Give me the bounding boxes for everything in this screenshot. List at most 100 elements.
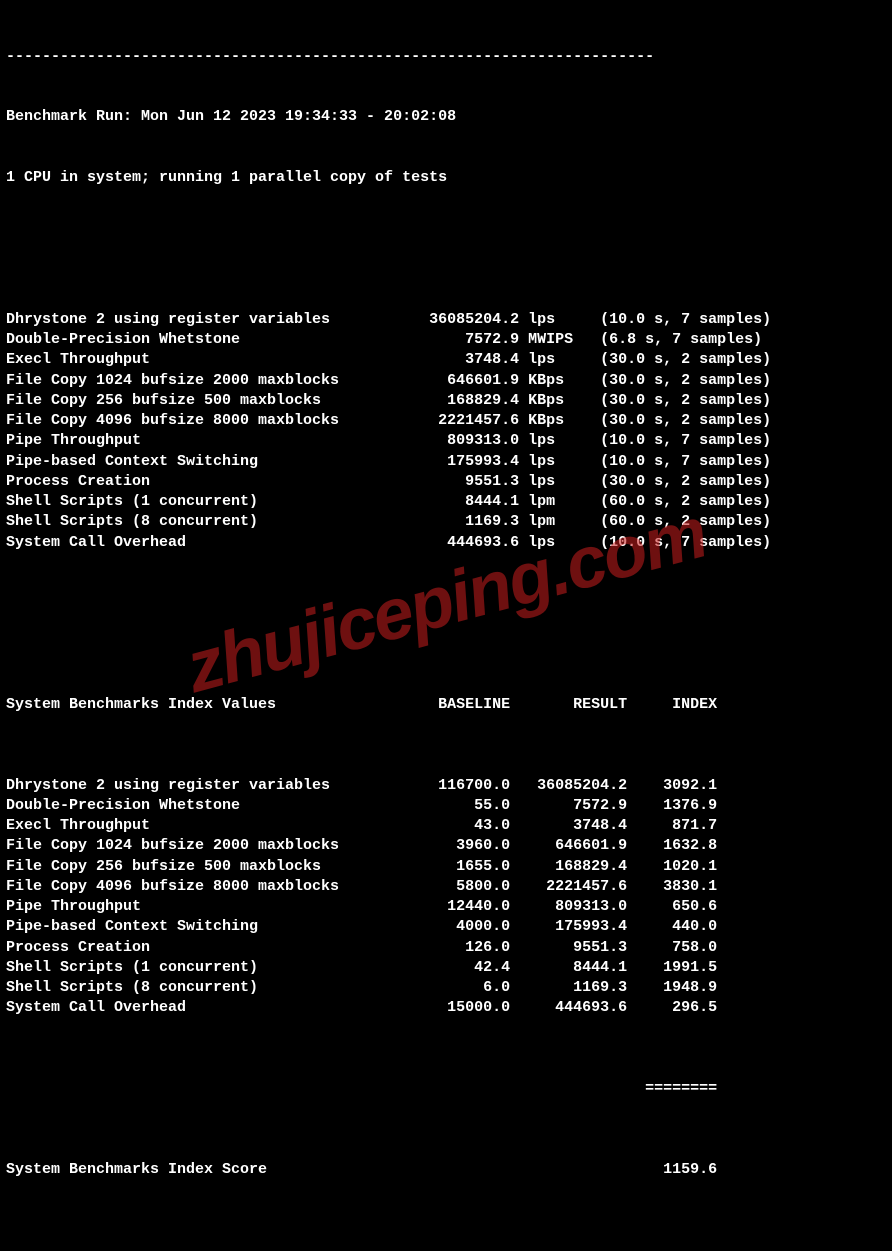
score-value: 1159.6: [627, 1160, 717, 1180]
index-baseline: 1655.0: [411, 857, 510, 877]
index-result: 9551.3: [510, 938, 627, 958]
index-index: 296.5: [627, 998, 717, 1018]
index-result: 444693.6: [510, 998, 627, 1018]
result-unit: lpm: [519, 512, 582, 532]
index-row: File Copy 1024 bufsize 2000 maxblocks396…: [6, 836, 886, 856]
result-value: 8444.1: [411, 492, 519, 512]
result-unit: lps: [519, 472, 582, 492]
result-unit: KBps: [519, 411, 582, 431]
result-name: Pipe-based Context Switching: [6, 452, 411, 472]
index-index: 758.0: [627, 938, 717, 958]
index-name: Pipe Throughput: [6, 897, 411, 917]
result-name: Pipe Throughput: [6, 431, 411, 451]
index-result: 36085204.2: [510, 776, 627, 796]
result-unit: KBps: [519, 391, 582, 411]
index-baseline: 43.0: [411, 816, 510, 836]
index-row: File Copy 4096 bufsize 8000 maxblocks580…: [6, 877, 886, 897]
result-value: 646601.9: [411, 371, 519, 391]
index-baseline: 116700.0: [411, 776, 510, 796]
result-unit: KBps: [519, 371, 582, 391]
blank-line: [6, 229, 886, 249]
index-row: Shell Scripts (1 concurrent)42.48444.119…: [6, 958, 886, 978]
index-row: Pipe-based Context Switching4000.0175993…: [6, 917, 886, 937]
index-row: Pipe Throughput12440.0809313.0650.6: [6, 897, 886, 917]
result-value: 3748.4: [411, 350, 519, 370]
index-row: Execl Throughput43.03748.4871.7: [6, 816, 886, 836]
result-row: Pipe-based Context Switching175993.4lps(…: [6, 452, 886, 472]
index-row: System Call Overhead15000.0444693.6296.5: [6, 998, 886, 1018]
index-result: 1169.3: [510, 978, 627, 998]
result-meta: (30.0 s, 2 samples): [582, 350, 771, 370]
index-result: 7572.9: [510, 796, 627, 816]
cpu-line: 1 CPU in system; running 1 parallel copy…: [6, 168, 886, 188]
index-index: 1948.9: [627, 978, 717, 998]
result-unit: lpm: [519, 492, 582, 512]
result-row: File Copy 1024 bufsize 2000 maxblocks646…: [6, 371, 886, 391]
result-name: File Copy 1024 bufsize 2000 maxblocks: [6, 371, 411, 391]
result-row: Execl Throughput3748.4lps(30.0 s, 2 samp…: [6, 350, 886, 370]
index-baseline: 12440.0: [411, 897, 510, 917]
result-name: File Copy 256 bufsize 500 maxblocks: [6, 391, 411, 411]
index-name: Execl Throughput: [6, 816, 411, 836]
result-name: File Copy 4096 bufsize 8000 maxblocks: [6, 411, 411, 431]
result-meta: (60.0 s, 2 samples): [582, 492, 771, 512]
index-header-result: RESULT: [510, 695, 627, 715]
result-name: Shell Scripts (8 concurrent): [6, 512, 411, 532]
index-name: Pipe-based Context Switching: [6, 917, 411, 937]
result-row: File Copy 4096 bufsize 8000 maxblocks222…: [6, 411, 886, 431]
index-name: Process Creation: [6, 938, 411, 958]
blank-line: [6, 614, 886, 634]
result-row: Pipe Throughput809313.0lps(10.0 s, 7 sam…: [6, 431, 886, 451]
result-unit: lps: [519, 310, 582, 330]
index-result: 168829.4: [510, 857, 627, 877]
index-header-title: System Benchmarks Index Values: [6, 695, 411, 715]
result-row: Process Creation9551.3lps(30.0 s, 2 samp…: [6, 472, 886, 492]
result-value: 7572.9: [411, 330, 519, 350]
score-separator: ========: [627, 1079, 717, 1099]
result-row: Double-Precision Whetstone7572.9MWIPS(6.…: [6, 330, 886, 350]
index-index: 650.6: [627, 897, 717, 917]
index-baseline: 55.0: [411, 796, 510, 816]
index-result: 175993.4: [510, 917, 627, 937]
index-index: 1020.1: [627, 857, 717, 877]
result-name: System Call Overhead: [6, 533, 411, 553]
result-value: 168829.4: [411, 391, 519, 411]
result-unit: lps: [519, 431, 582, 451]
result-value: 809313.0: [411, 431, 519, 451]
index-index: 3830.1: [627, 877, 717, 897]
result-meta: (10.0 s, 7 samples): [582, 533, 771, 553]
index-row: Double-Precision Whetstone55.07572.91376…: [6, 796, 886, 816]
result-value: 36085204.2: [411, 310, 519, 330]
benchmark-run-line: Benchmark Run: Mon Jun 12 2023 19:34:33 …: [6, 107, 886, 127]
result-unit: lps: [519, 350, 582, 370]
index-row: File Copy 256 bufsize 500 maxblocks1655.…: [6, 857, 886, 877]
index-index: 3092.1: [627, 776, 717, 796]
header-dashes: ----------------------------------------…: [6, 47, 886, 67]
index-block: Dhrystone 2 using register variables1167…: [6, 776, 886, 1019]
result-name: Dhrystone 2 using register variables: [6, 310, 411, 330]
index-index: 871.7: [627, 816, 717, 836]
index-row: Shell Scripts (8 concurrent)6.01169.3194…: [6, 978, 886, 998]
index-name: File Copy 4096 bufsize 8000 maxblocks: [6, 877, 411, 897]
result-name: Execl Throughput: [6, 350, 411, 370]
result-name: Shell Scripts (1 concurrent): [6, 492, 411, 512]
index-name: Dhrystone 2 using register variables: [6, 776, 411, 796]
index-name: File Copy 1024 bufsize 2000 maxblocks: [6, 836, 411, 856]
result-name: Double-Precision Whetstone: [6, 330, 411, 350]
result-value: 2221457.6: [411, 411, 519, 431]
index-baseline: 4000.0: [411, 917, 510, 937]
index-name: Shell Scripts (8 concurrent): [6, 978, 411, 998]
result-row: System Call Overhead444693.6lps(10.0 s, …: [6, 533, 886, 553]
index-index: 1632.8: [627, 836, 717, 856]
result-value: 444693.6: [411, 533, 519, 553]
index-header-row: System Benchmarks Index Values BASELINE …: [6, 695, 886, 715]
index-baseline: 126.0: [411, 938, 510, 958]
result-meta: (30.0 s, 2 samples): [582, 391, 771, 411]
index-baseline: 15000.0: [411, 998, 510, 1018]
result-unit: lps: [519, 533, 582, 553]
result-meta: (60.0 s, 2 samples): [582, 512, 771, 532]
result-meta: (30.0 s, 2 samples): [582, 411, 771, 431]
index-result: 3748.4: [510, 816, 627, 836]
result-value: 175993.4: [411, 452, 519, 472]
result-row: Shell Scripts (8 concurrent)1169.3lpm(60…: [6, 512, 886, 532]
